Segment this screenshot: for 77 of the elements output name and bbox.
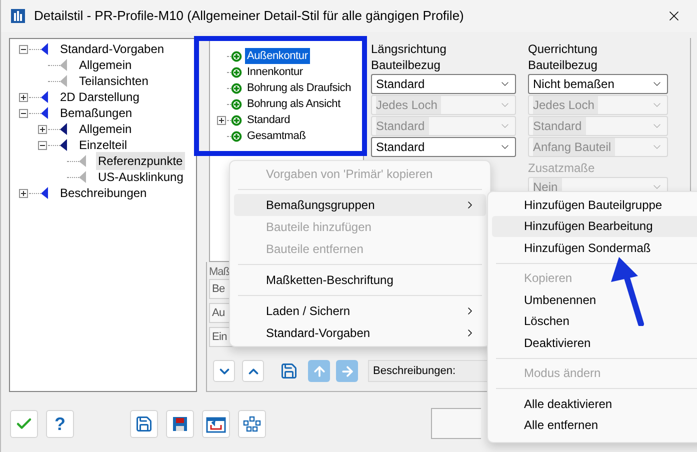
reset-button[interactable] [202, 410, 230, 438]
expand-toggle[interactable] [217, 116, 226, 124]
tree-item[interactable]: Allgemein [77, 120, 134, 138]
tree-item[interactable]: Allgemein [77, 56, 134, 74]
collapse-toggle[interactable] [19, 44, 28, 54]
menu-item[interactable]: Hinzufügen Bauteilgruppe [492, 194, 697, 216]
nodes-icon [243, 416, 261, 432]
tree-item[interactable]: US-Ausklinkung [96, 168, 186, 186]
menu-item[interactable]: Bemaßungsgruppen [234, 194, 486, 216]
help-button[interactable]: ? [46, 410, 74, 438]
move-up-button[interactable] [242, 360, 264, 382]
expand-toggle[interactable] [19, 188, 28, 198]
dropdown[interactable]: Standard [371, 74, 516, 94]
tree-item[interactable]: Teilansichten [77, 72, 150, 90]
group-title: Querrichtung [528, 41, 598, 57]
expand-toggle[interactable] [19, 92, 28, 102]
group-title: Längsrichtung [371, 41, 448, 57]
floppy-icon [172, 416, 188, 432]
tree-item[interactable]: Innenkontur [245, 64, 305, 80]
tree-item[interactable]: 2D Darstellung [58, 88, 142, 106]
dropdown[interactable]: Nicht bemaßen [528, 74, 668, 94]
save-as-button[interactable] [166, 410, 194, 438]
tree-item[interactable]: Gesamtmaß [245, 128, 308, 144]
field-label: Zusatzmaße [528, 160, 596, 175]
plus-circle-icon [231, 50, 242, 62]
menu-item[interactable]: Löschen [492, 310, 697, 332]
ok-button[interactable] [10, 410, 38, 438]
menu-item[interactable]: Umbenennen [492, 289, 697, 310]
flag-icon [79, 171, 86, 183]
structure-button[interactable] [238, 410, 266, 438]
flag-icon [79, 155, 86, 167]
plus-circle-icon [231, 130, 242, 142]
collapse-toggle[interactable] [38, 140, 47, 150]
menu-item[interactable]: Alle deaktivieren [492, 393, 697, 414]
menu-item[interactable]: Hinzufügen Bearbeitung [492, 216, 697, 237]
plus-circle-icon [231, 82, 242, 94]
menu-item[interactable]: Laden / Sichern [234, 300, 486, 322]
menu-item[interactable]: Maßketten-Beschriftung [234, 269, 486, 291]
window-title: Detailstil - PR-Profile-M10 (Allgemeiner Detail-Stil für alle gängigen Profile) [34, 7, 464, 26]
tree-item[interactable]: Referenzpunkte [96, 152, 185, 170]
menu-item[interactable]: Alle entfernen [492, 414, 697, 436]
tree-item[interactable]: Standard-Vorgaben [58, 40, 166, 58]
menu-item[interactable]: Hinzufügen Sondermaß [492, 237, 697, 258]
menu-item[interactable]: Standard-Vorgaben [234, 322, 486, 344]
flag-icon [41, 187, 48, 199]
flag-icon [60, 59, 67, 71]
flag-icon [60, 139, 67, 151]
flag-icon [41, 107, 48, 119]
save-button[interactable] [130, 410, 158, 438]
expand-toggle[interactable] [38, 124, 47, 134]
plus-circle-icon [231, 114, 242, 126]
field-label: Bauteilbezug [371, 57, 442, 74]
field-label: Maß [209, 265, 230, 279]
tree-item[interactable]: Außenkontur [245, 48, 310, 64]
field-label: Bauteilbezug [528, 57, 598, 74]
dropdown[interactable]: Standard [371, 137, 516, 157]
tree-item[interactable]: Bohrung als Draufsich [245, 80, 354, 96]
flag-icon [60, 123, 67, 135]
window-undo-icon [206, 414, 226, 432]
plus-circle-icon [231, 66, 242, 78]
menu-item[interactable]: Deaktivieren [492, 332, 697, 354]
flag-icon [41, 43, 48, 55]
collapse-toggle[interactable] [19, 108, 28, 118]
tree-item[interactable]: Beschreibungen [58, 184, 149, 202]
save-icon [135, 414, 153, 432]
plus-circle-icon [231, 98, 242, 110]
app-icon [11, 9, 25, 23]
tree-item[interactable]: Einzelteil [77, 136, 130, 154]
save-icon [280, 362, 298, 380]
field-label: Beschreibungen: [373, 364, 456, 379]
flag-icon [41, 91, 48, 103]
tree-item[interactable]: Bohrung als Ansicht [245, 96, 342, 112]
tree-item[interactable]: Bemaßungen [58, 104, 134, 122]
tree-item[interactable]: Standard [245, 112, 292, 128]
flag-icon [60, 75, 67, 87]
arrow-right-icon [340, 364, 354, 378]
move-down-button[interactable] [213, 360, 235, 382]
